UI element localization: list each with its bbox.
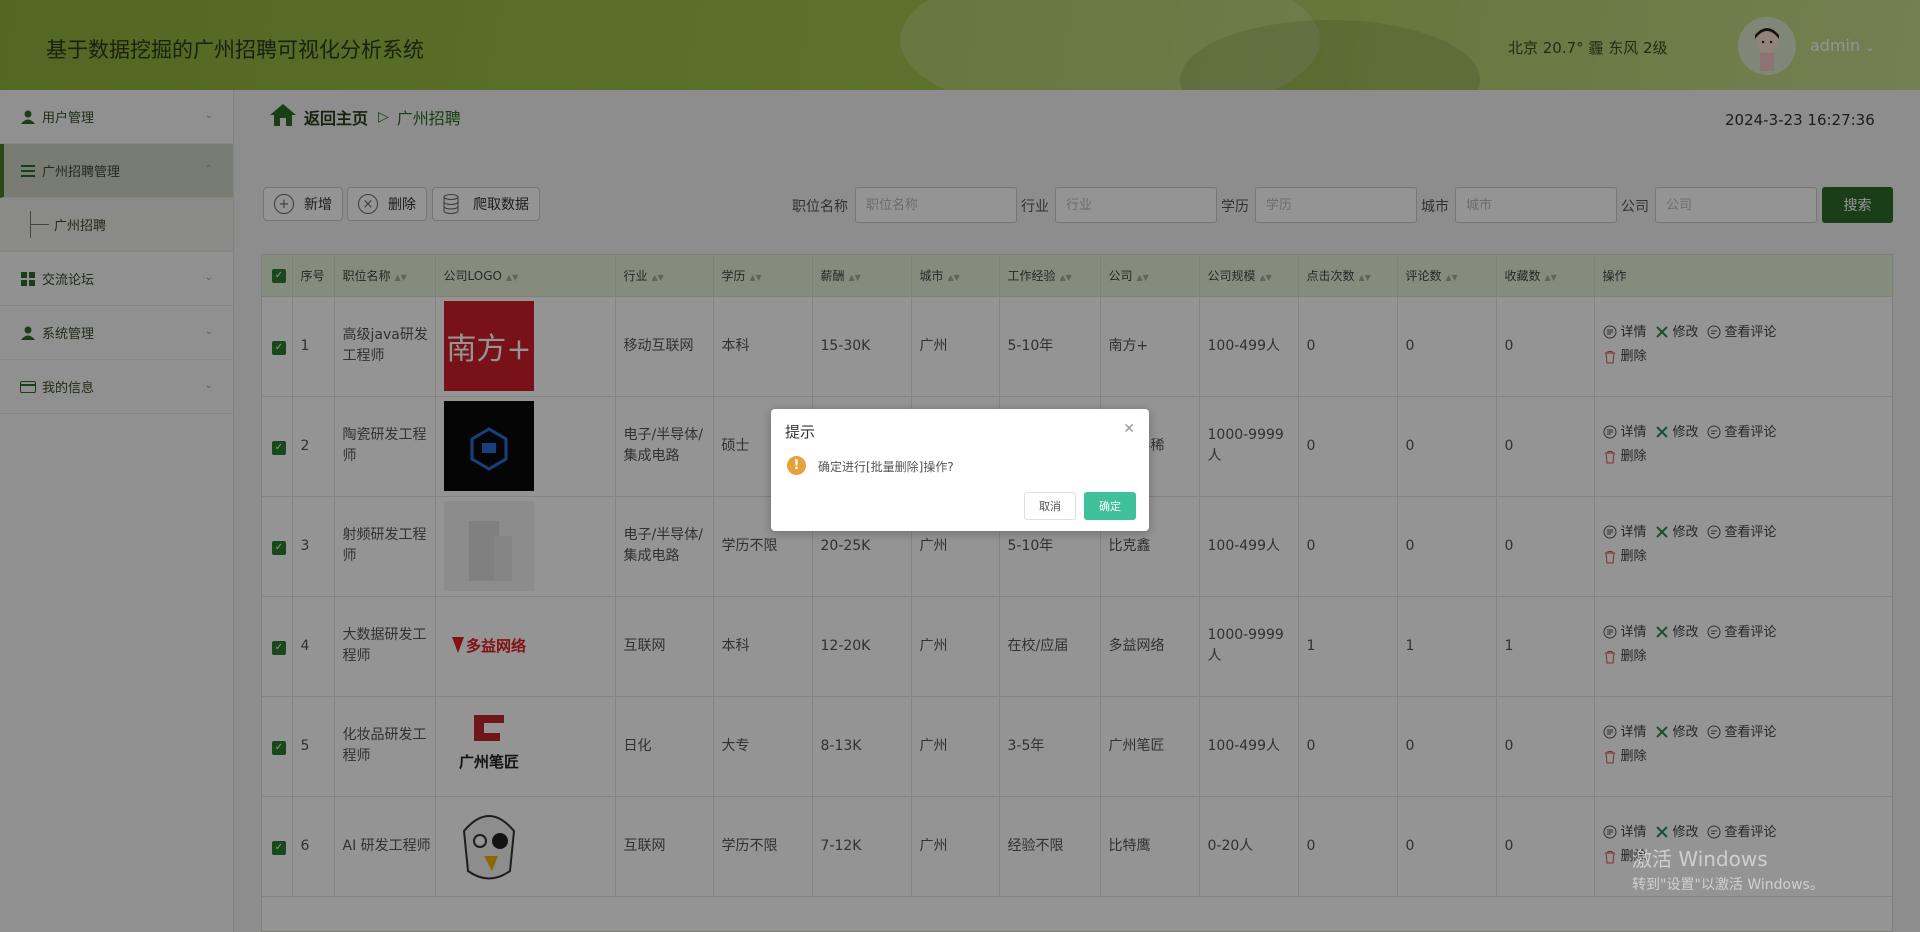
cancel-button[interactable]: 取消	[1024, 492, 1076, 520]
close-icon[interactable]: ✕	[1123, 421, 1135, 437]
confirm-button[interactable]: 确定	[1084, 492, 1136, 520]
watermark-line1: 激活 Windows	[1632, 847, 1768, 871]
confirm-dialog: 提示 ✕ ! 确定进行[批量删除]操作? 取消 确定	[771, 409, 1149, 531]
warning-icon: !	[787, 456, 806, 475]
dialog-message: 确定进行[批量删除]操作?	[818, 460, 954, 474]
dialog-title: 提示	[785, 423, 816, 441]
watermark-line2: 转到"设置"以激活 Windows。	[1632, 877, 1824, 893]
windows-activation-watermark: 激活 Windows 转到"设置"以激活 Windows。	[1632, 843, 1824, 894]
